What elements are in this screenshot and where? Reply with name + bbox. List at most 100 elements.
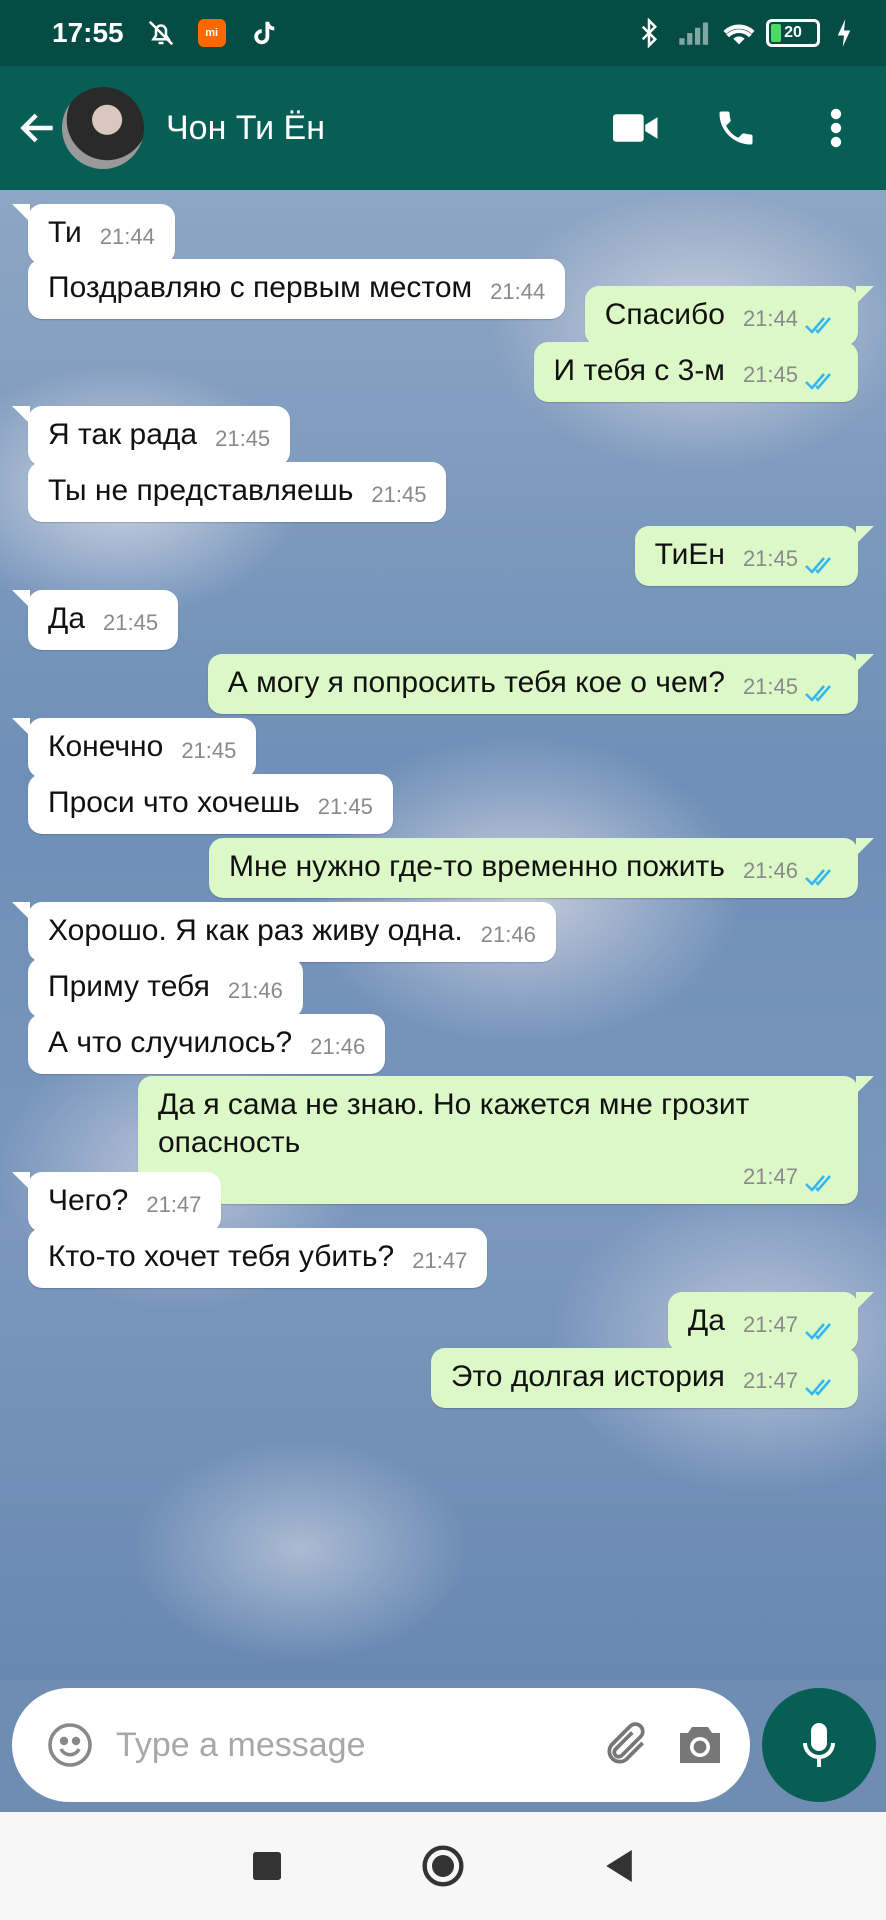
emoji-icon bbox=[48, 1723, 92, 1767]
recents-button[interactable] bbox=[243, 1842, 291, 1890]
outgoing-message[interactable]: И тебя с 3-м 21:45 bbox=[533, 342, 858, 402]
message-text: Поздравляю с первым местом bbox=[48, 271, 473, 304]
incoming-message[interactable]: Ти 21:44 bbox=[12, 204, 175, 264]
message-text: Спасибо bbox=[604, 298, 725, 331]
message-time: 21:47 bbox=[412, 1248, 468, 1273]
read-ticks-icon bbox=[804, 548, 838, 574]
message-meta: 21:46 bbox=[228, 976, 283, 1006]
bluetooth-icon bbox=[634, 17, 664, 49]
outgoing-message[interactable]: ТиЕн 21:45 bbox=[634, 526, 875, 586]
square-icon bbox=[253, 1852, 281, 1880]
message-meta: 21:45 bbox=[181, 736, 236, 766]
home-button[interactable] bbox=[419, 1842, 467, 1890]
message-time: 21:45 bbox=[742, 362, 798, 387]
incoming-message[interactable]: Конечно 21:45 bbox=[11, 718, 257, 778]
mi-app-icon: mi bbox=[197, 19, 226, 47]
back-nav-button[interactable] bbox=[595, 1842, 643, 1890]
mic-icon bbox=[803, 1723, 835, 1767]
video-call-icon bbox=[613, 114, 658, 142]
message-time: 21:45 bbox=[181, 738, 237, 763]
outgoing-message[interactable]: Спасибо 21:44 bbox=[584, 286, 875, 346]
message-text: Кто-то хочет тебя убить? bbox=[48, 1240, 395, 1273]
message-text: Ти bbox=[48, 216, 82, 249]
read-ticks-icon bbox=[804, 308, 838, 334]
message-time: 21:47 bbox=[742, 1312, 798, 1337]
message-text: Проси что хочешь bbox=[48, 786, 300, 819]
message-time: 21:45 bbox=[317, 794, 373, 819]
message-time: 21:45 bbox=[371, 482, 427, 507]
read-ticks-icon bbox=[804, 364, 838, 390]
contact-name[interactable]: Чон Ти Ён bbox=[166, 109, 325, 148]
message-text: А что случилось? bbox=[48, 1026, 293, 1059]
message-meta: 21:47 bbox=[146, 1190, 201, 1220]
outgoing-message[interactable]: А могу я попросить тебя кое о чем? 21:45 bbox=[207, 654, 875, 714]
incoming-message[interactable]: Проси что хочешь 21:45 bbox=[28, 774, 393, 834]
camera-button[interactable] bbox=[670, 1715, 730, 1775]
read-ticks-icon bbox=[804, 1314, 838, 1340]
outgoing-message[interactable]: Мне нужно где-то временно пожить 21:46 bbox=[209, 838, 874, 898]
message-time: 21:45 bbox=[215, 426, 271, 451]
triangle-back-icon bbox=[606, 1850, 632, 1882]
status-time: 17:55 bbox=[52, 17, 124, 48]
message-text: Да bbox=[48, 602, 86, 635]
circle-icon bbox=[422, 1845, 464, 1887]
outgoing-message[interactable]: Да 21:47 bbox=[667, 1292, 875, 1352]
message-input[interactable] bbox=[116, 1725, 596, 1765]
chat-area[interactable]: Ти 21:44 Поздравляю с первым местом 21:44 Сп… bbox=[0, 190, 886, 1680]
video-call-button[interactable] bbox=[586, 66, 686, 190]
chat-header: Чон Ти Ён bbox=[0, 66, 886, 190]
incoming-message[interactable]: Приму тебя 21:46 bbox=[28, 958, 303, 1018]
message-meta: 21:45 bbox=[103, 608, 158, 638]
read-ticks-icon bbox=[804, 676, 838, 702]
message-time: 21:44 bbox=[490, 279, 546, 304]
incoming-message[interactable]: Ты не представляешь 21:45 bbox=[28, 462, 447, 522]
message-meta: 21:46 bbox=[743, 856, 838, 886]
message-time: 21:44 bbox=[742, 306, 798, 331]
message-text: Да bbox=[687, 1304, 725, 1337]
message-text: ТиЕн bbox=[654, 538, 725, 571]
message-meta: 21:45 bbox=[318, 792, 373, 822]
message-time: 21:46 bbox=[480, 922, 536, 947]
read-ticks-icon bbox=[804, 1370, 838, 1396]
more-options-button[interactable] bbox=[786, 66, 886, 190]
message-meta: 21:46 bbox=[481, 920, 536, 950]
message-text: Чего? bbox=[48, 1184, 129, 1217]
message-time: 21:45 bbox=[103, 610, 159, 635]
message-meta: 21:47 bbox=[412, 1246, 467, 1276]
message-text: Это долгая история bbox=[450, 1360, 725, 1393]
attach-button[interactable] bbox=[596, 1715, 656, 1775]
message-time: 21:45 bbox=[742, 546, 798, 571]
back-arrow-icon bbox=[20, 113, 53, 143]
outgoing-message[interactable]: Это долгая история 21:47 bbox=[430, 1348, 858, 1408]
message-text: Конечно bbox=[48, 730, 164, 763]
message-meta: 21:47 bbox=[743, 1310, 838, 1340]
read-ticks-icon bbox=[804, 860, 838, 886]
charging-icon bbox=[834, 18, 864, 48]
incoming-message[interactable]: А что случилось? 21:46 bbox=[28, 1014, 386, 1074]
incoming-message[interactable]: Поздравляю с первым местом 21:44 bbox=[28, 259, 566, 319]
message-meta: 21:47 bbox=[158, 1162, 838, 1192]
message-time: 21:47 bbox=[742, 1368, 798, 1393]
message-text: А могу я попросить тебя кое о чем? bbox=[227, 666, 725, 699]
incoming-message[interactable]: Да 21:45 bbox=[11, 590, 179, 650]
phone-icon bbox=[719, 111, 753, 145]
battery-indicator: 20 bbox=[766, 19, 820, 47]
incoming-message[interactable]: Кто-то хочет тебя убить? 21:47 bbox=[28, 1228, 488, 1288]
message-meta: 21:44 bbox=[490, 277, 545, 307]
attach-icon bbox=[607, 1722, 645, 1764]
voice-call-button[interactable] bbox=[686, 66, 786, 190]
contact-avatar[interactable] bbox=[62, 87, 144, 169]
message-text: И тебя с 3-м bbox=[553, 354, 725, 387]
incoming-message[interactable]: Хорошо. Я как раз живу одна. 21:46 bbox=[12, 902, 556, 962]
message-text: Я так рада bbox=[48, 418, 198, 451]
outgoing-message[interactable]: Да я сама не знаю. Но кажется мне грозит… bbox=[138, 1076, 874, 1204]
message-time: 21:45 bbox=[742, 674, 798, 699]
message-meta: 21:45 bbox=[215, 424, 270, 454]
emoji-button[interactable] bbox=[40, 1715, 100, 1775]
mic-button[interactable] bbox=[762, 1688, 876, 1802]
incoming-message[interactable]: Я так рада 21:45 bbox=[11, 406, 291, 466]
message-text: Да я сама не знаю. Но кажется мне грозит… bbox=[158, 1088, 750, 1159]
message-time: 21:46 bbox=[227, 978, 283, 1003]
incoming-message[interactable]: Чего? 21:47 bbox=[11, 1172, 222, 1232]
message-composer bbox=[12, 1688, 750, 1802]
